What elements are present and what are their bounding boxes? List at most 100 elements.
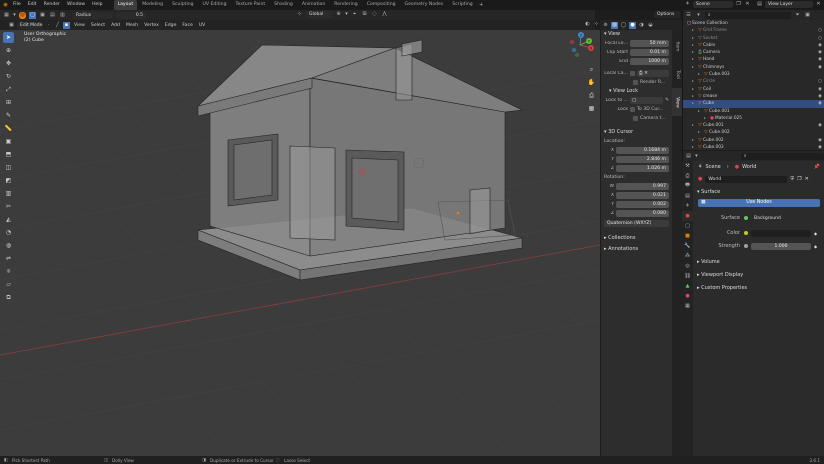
copy-icon[interactable]: ❐ [735,1,742,8]
outliner-item[interactable]: ▸ ▽Chimneys ◉ [683,64,824,71]
move-tool-icon[interactable]: ✥ [3,58,14,69]
constraints-tab-icon[interactable]: ⛓ [682,271,693,281]
physics-tab-icon[interactable]: ◎ [682,261,693,271]
menu-view[interactable]: View [72,23,87,28]
perspective-grid-icon[interactable]: ▦ [586,103,597,114]
lock-object-field[interactable]: ▢ [630,97,664,104]
snap-target-icon[interactable]: ⊞ [361,11,368,18]
outliner-item[interactable]: ▸ ▽Cube ◉ [683,100,824,108]
render-tab-icon[interactable]: ⎙ [682,171,693,181]
collections-header[interactable]: ▸ Collections [601,234,672,243]
outliner-item[interactable]: ▸ ▽Socket ○ [683,35,824,42]
annotations-header[interactable]: ▸ Annotations [601,245,672,254]
eyedropper-icon[interactable]: ✎ [665,98,669,103]
outliner-item[interactable]: ▸ ●Material.025 [683,115,824,122]
material-tab-icon[interactable]: ● [682,291,693,301]
outliner-item[interactable]: ▸ ▽Cube.003 [683,71,824,78]
mode-dropdown[interactable]: Edit Mode [17,21,43,29]
tab-animation[interactable]: Animation [298,0,329,10]
lock-to-cursor-checkbox[interactable] [630,107,635,112]
tab-rendering[interactable]: Rendering [330,0,361,10]
falloff-icon[interactable]: ⋀ [381,11,388,18]
extrude-tool-icon[interactable]: ⬒ [3,149,14,160]
visibility-eye-icon[interactable]: ◉ [818,122,822,129]
custom-properties-panel-header[interactable]: ▸ Custom Properties [694,282,824,294]
modifier-tab-icon[interactable]: 🔧 [682,241,693,251]
zoom-icon[interactable]: ⌕ [586,64,597,75]
shear-tool-icon[interactable]: ▱ [3,279,14,290]
menu-render[interactable]: Render [41,0,63,10]
surface-panel-header[interactable]: ▾ Surface [694,187,824,197]
select-box-icon[interactable]: ◎ [19,11,26,19]
outliner-item[interactable]: ▸ ▽Cube.002 [683,129,824,136]
tab-texture-paint[interactable]: Texture Paint [232,0,270,10]
unlink-icon[interactable]: ✕ [805,176,809,182]
tool-tab-icon[interactable]: ⚒ [682,161,693,171]
face-select-icon[interactable]: ▪ [63,21,70,29]
volume-panel-header[interactable]: ▸ Volume [694,256,824,268]
outliner-item[interactable]: ▸ ▽Coil ◉ [683,86,824,93]
outliner-editor-icon[interactable]: ☰ [685,12,692,19]
radius-value[interactable]: 0.5 [116,11,146,19]
poly-build-tool-icon[interactable]: ◭ [3,214,14,225]
inset-tool-icon[interactable]: ◫ [3,162,14,173]
view-layer-field[interactable]: View Layer [765,1,813,8]
visibility-eye-icon[interactable]: ○ [818,78,822,85]
chevron-down-icon[interactable]: ▾ [345,11,348,18]
smooth-tool-icon[interactable]: ◍ [3,240,14,251]
visibility-icon[interactable]: ◐ [584,21,591,28]
blender-logo-icon[interactable]: ◉ [2,2,9,9]
3d-viewport[interactable]: X Y Z User Orthographic (2) Cube ⌕ ✋ ⎙ ▦ [0,30,600,456]
menu-edge[interactable]: Edge [163,23,179,28]
output-tab-icon[interactable]: 🖶 [682,181,693,191]
knife-tool-icon[interactable]: ✂ [3,201,14,212]
shrink-fatten-tool-icon[interactable]: ⌾ [3,266,14,277]
wireframe-shading-icon[interactable]: ◯ [620,22,627,29]
scale-tool-icon[interactable]: ⤢ [3,84,14,95]
visibility-eye-icon[interactable]: ◉ [818,86,822,93]
xray-icon[interactable]: ▨ [611,21,618,29]
camera-view-icon[interactable]: ⎙ [586,90,597,101]
close-icon[interactable]: ✕ [744,1,751,8]
rotate-tool-icon[interactable]: ↻ [3,71,14,82]
gizmo-toggle-icon[interactable]: ⊹ [593,21,600,28]
world-tab-icon[interactable]: ● [682,211,693,221]
keyframe-icon[interactable]: ◆ [814,244,817,249]
mode-subtract-icon[interactable]: ▤ [49,12,56,19]
cursor-tool-icon[interactable]: ⊕ [3,45,14,56]
select-tool-icon[interactable]: ➤ [3,32,14,43]
display-mode-icon[interactable]: ▾ [695,12,702,19]
visibility-eye-icon[interactable]: ○ [818,35,822,42]
filter-icon[interactable]: ⏷ [794,12,801,19]
rotation-mode-dropdown[interactable]: Quaternion (WXYZ) [604,220,669,227]
tab-item[interactable]: Item [672,32,682,60]
visibility-eye-icon[interactable]: ○ [818,27,822,34]
tab-view[interactable]: View [672,88,682,116]
keyframe-icon[interactable]: ◆ [814,231,817,236]
viewport-display-panel-header[interactable]: ▸ Viewport Display [694,269,824,281]
surface-shader-dropdown[interactable]: Background [751,214,811,222]
clip-start-field[interactable]: 0.01 m [630,49,669,56]
editor-type-icon[interactable]: ▦ [3,12,10,19]
orientation-icon[interactable]: ⊹ [296,11,303,18]
menu-mesh[interactable]: Mesh [124,23,140,28]
overlay-icon[interactable]: ⊚ [602,22,609,29]
outliner-item[interactable]: ▸ ▽Grid Frame ○ [683,27,824,34]
outliner-item[interactable]: ▸ ▽Cabin ◉ [683,42,824,49]
texture-tab-icon[interactable]: ▦ [682,301,693,311]
pan-hand-icon[interactable]: ✋ [586,77,597,88]
properties-search-input[interactable]: ⌕ [740,152,824,160]
cursor-rotation-x[interactable]: 0.021 [616,192,669,199]
options-menu[interactable]: Options [654,11,680,18]
tab-layout[interactable]: Layout [113,0,138,10]
mode-extend-icon[interactable]: ▣ [39,12,46,19]
outliner-item[interactable]: ▸ ▽Circle ○ [683,78,824,85]
add-workspace-icon[interactable]: + [478,2,485,9]
visibility-eye-icon[interactable]: ◉ [818,56,822,63]
tab-sculpting[interactable]: Sculpting [168,0,197,10]
orientation-dropdown[interactable]: Global [306,11,332,18]
tab-modeling[interactable]: Modeling [138,0,167,10]
focal-length-field[interactable]: 50 mm [630,40,669,47]
object-tab-icon[interactable]: ■ [682,231,693,241]
solid-shading-icon[interactable]: ● [629,21,636,29]
